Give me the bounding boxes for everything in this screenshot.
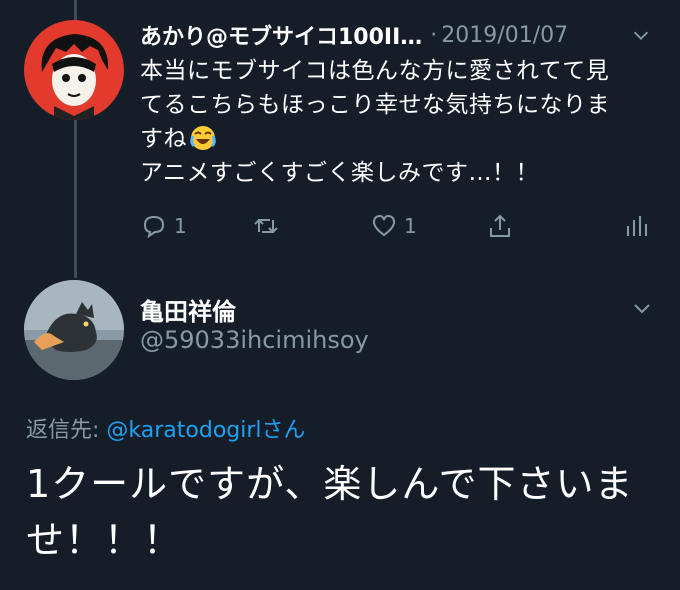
analytics-icon <box>627 216 647 236</box>
tweet-text-line: 本当にモブサイコは色んな方に愛されてて見 <box>140 58 610 84</box>
reply-text-line: せ！！！ <box>26 518 183 562</box>
tweet-text-segment: すね <box>140 126 187 152</box>
reply-to-suffix: さん <box>261 418 306 443</box>
tweet-text-line: すね <box>140 122 660 156</box>
reply-icon <box>143 215 165 239</box>
heart-icon <box>372 214 396 237</box>
share-action[interactable] <box>486 212 514 240</box>
mention-link[interactable]: @karatodogirl <box>106 418 261 443</box>
reply-action[interactable]: 1 <box>140 212 187 240</box>
joy-emoji-icon <box>190 126 216 150</box>
tweet-header: あかり@モブサイコ100II… · 2019/01/07 <box>140 18 660 52</box>
reply-count: 1 <box>174 214 187 238</box>
tweet-date[interactable]: 2019/01/07 <box>441 23 568 48</box>
share-icon <box>490 214 510 237</box>
like-action[interactable]: 1 <box>370 212 417 240</box>
retweet-icon <box>254 218 278 234</box>
analytics-action[interactable] <box>622 212 650 240</box>
tweet-text-line: てるこちらもほっこり幸せな気持ちになりま <box>140 92 610 118</box>
chevron-down-icon[interactable] <box>630 296 654 320</box>
like-count: 1 <box>404 214 417 238</box>
separator-dot: · <box>430 22 438 48</box>
reply-to-prefix: 返信先: <box>26 418 107 443</box>
chevron-down-icon[interactable] <box>630 24 652 46</box>
author-name[interactable]: 亀田祥倫 <box>140 292 236 327</box>
reply-to-line: 返信先: @karatodogirlさん <box>26 412 306 444</box>
avatar[interactable] <box>24 280 124 380</box>
reply-text-line: 1クールですが、楽しんで下さいま <box>26 462 634 506</box>
author-handle[interactable]: @59033ihcimihsoy <box>140 326 369 354</box>
retweet-action[interactable] <box>252 212 280 240</box>
author-name[interactable]: あかり@モブサイコ100II… <box>140 19 422 51</box>
tweet-text-line: アニメすごくすごく楽しみです…！！ <box>140 160 540 186</box>
tweet-text: 本当にモブサイコは色んな方に愛されてて見 てるこちらもほっこり幸せな気持ちになり… <box>140 54 660 190</box>
tweet-actions: 1 1 <box>140 212 660 246</box>
avatar[interactable] <box>24 20 124 120</box>
reply-text: 1クールですが、楽しんで下さいま せ！！！ <box>26 456 666 568</box>
